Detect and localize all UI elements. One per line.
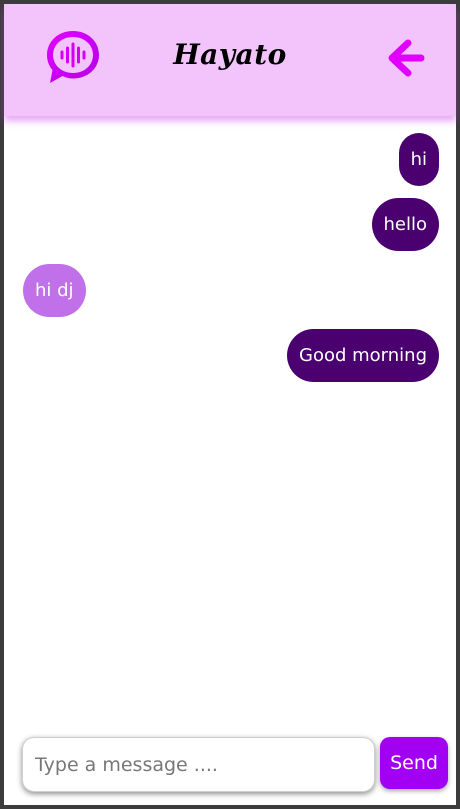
send-button[interactable]: Send bbox=[380, 737, 448, 789]
arrow-left-icon[interactable] bbox=[386, 38, 426, 78]
chat-window: Hayato hi hello hi dj Good morning Send bbox=[0, 0, 460, 809]
message-bubble-received: hi dj bbox=[23, 264, 86, 317]
message-bubble-sent: hi bbox=[398, 133, 439, 186]
message-bubble-sent: Good morning bbox=[287, 329, 439, 382]
message-list: hi hello hi dj Good morning bbox=[4, 116, 456, 726]
message-bubble-sent: hello bbox=[371, 198, 439, 251]
chat-header: Hayato bbox=[4, 4, 456, 116]
message-composer: Send bbox=[4, 734, 456, 804]
message-input[interactable] bbox=[22, 737, 375, 792]
